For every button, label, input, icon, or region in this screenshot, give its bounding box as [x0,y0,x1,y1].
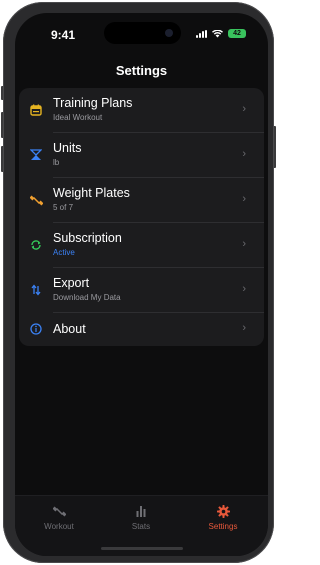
bar-chart-icon [106,504,176,518]
tab-label: Stats [131,522,151,531]
chevron-right-icon: › [242,283,246,295]
settings-row-label: Weight Plates [53,186,130,200]
tab-workout[interactable]: Workout [24,504,94,531]
settings-row-subtitle: 5 of 7 [53,203,74,212]
settings-row-training-plans[interactable]: Training Plans Ideal Workout › [19,88,264,133]
settings-row-weight-plates[interactable]: Weight Plates 5 of 7 › [19,178,264,223]
tab-stats[interactable]: Stats [106,504,176,531]
tab-label: Settings [208,522,238,531]
battery-level: 42 [233,30,241,37]
settings-row-subtitle: Download My Data [53,293,121,302]
chevron-right-icon: › [242,148,246,160]
wifi-icon [212,29,223,37]
device-frame: 9:41 42 Settings Training Plans Ideal Wo… [0,0,277,565]
tab-bar: Workout Stats Settings [15,495,268,556]
settings-row-label: Training Plans [53,96,133,110]
battery-icon: 42 [228,29,246,38]
transfer-icon [29,283,43,297]
phone-body: 9:41 42 Settings Training Plans Ideal Wo… [3,2,274,563]
screen: 9:41 42 Settings Training Plans Ideal Wo… [15,13,268,556]
settings-row-export[interactable]: Export Download My Data › [19,268,264,313]
camera-icon [165,29,173,37]
refresh-icon [29,238,43,252]
status-icons: 42 [196,29,246,38]
status-bar: 9:41 42 [15,13,268,47]
settings-row-units[interactable]: Units lb › [19,133,264,178]
chevron-right-icon: › [242,103,246,115]
settings-row-label: Units [53,141,82,155]
signal-icon [196,29,207,38]
settings-row-subtitle: Ideal Workout [53,113,103,122]
chevron-right-icon: › [242,322,246,334]
page-title: Settings [115,63,168,78]
settings-row-subtitle: lb [53,158,60,167]
chevron-right-icon: › [242,238,246,250]
settings-row-subscription[interactable]: Subscription Active › [19,223,264,268]
settings-row-label: Subscription [53,231,122,245]
settings-row-about[interactable]: About › [19,313,264,346]
dynamic-island [104,22,181,44]
info-icon [29,322,43,336]
tab-label: Workout [44,522,74,531]
settings-list: Training Plans Ideal Workout › Units lb [19,88,264,346]
gear-icon [188,504,258,518]
scale-icon [29,148,43,162]
status-time: 9:41 [51,28,76,42]
settings-row-label: Export [53,276,90,290]
dumbbell-icon [29,193,43,207]
home-indicator[interactable] [101,547,183,550]
tab-settings[interactable]: Settings [188,504,258,531]
subscription-status: Active [53,248,75,257]
chevron-right-icon: › [242,193,246,205]
calendar-icon [29,103,43,117]
settings-row-label: About [53,322,86,336]
dumbbell-icon [24,504,94,518]
